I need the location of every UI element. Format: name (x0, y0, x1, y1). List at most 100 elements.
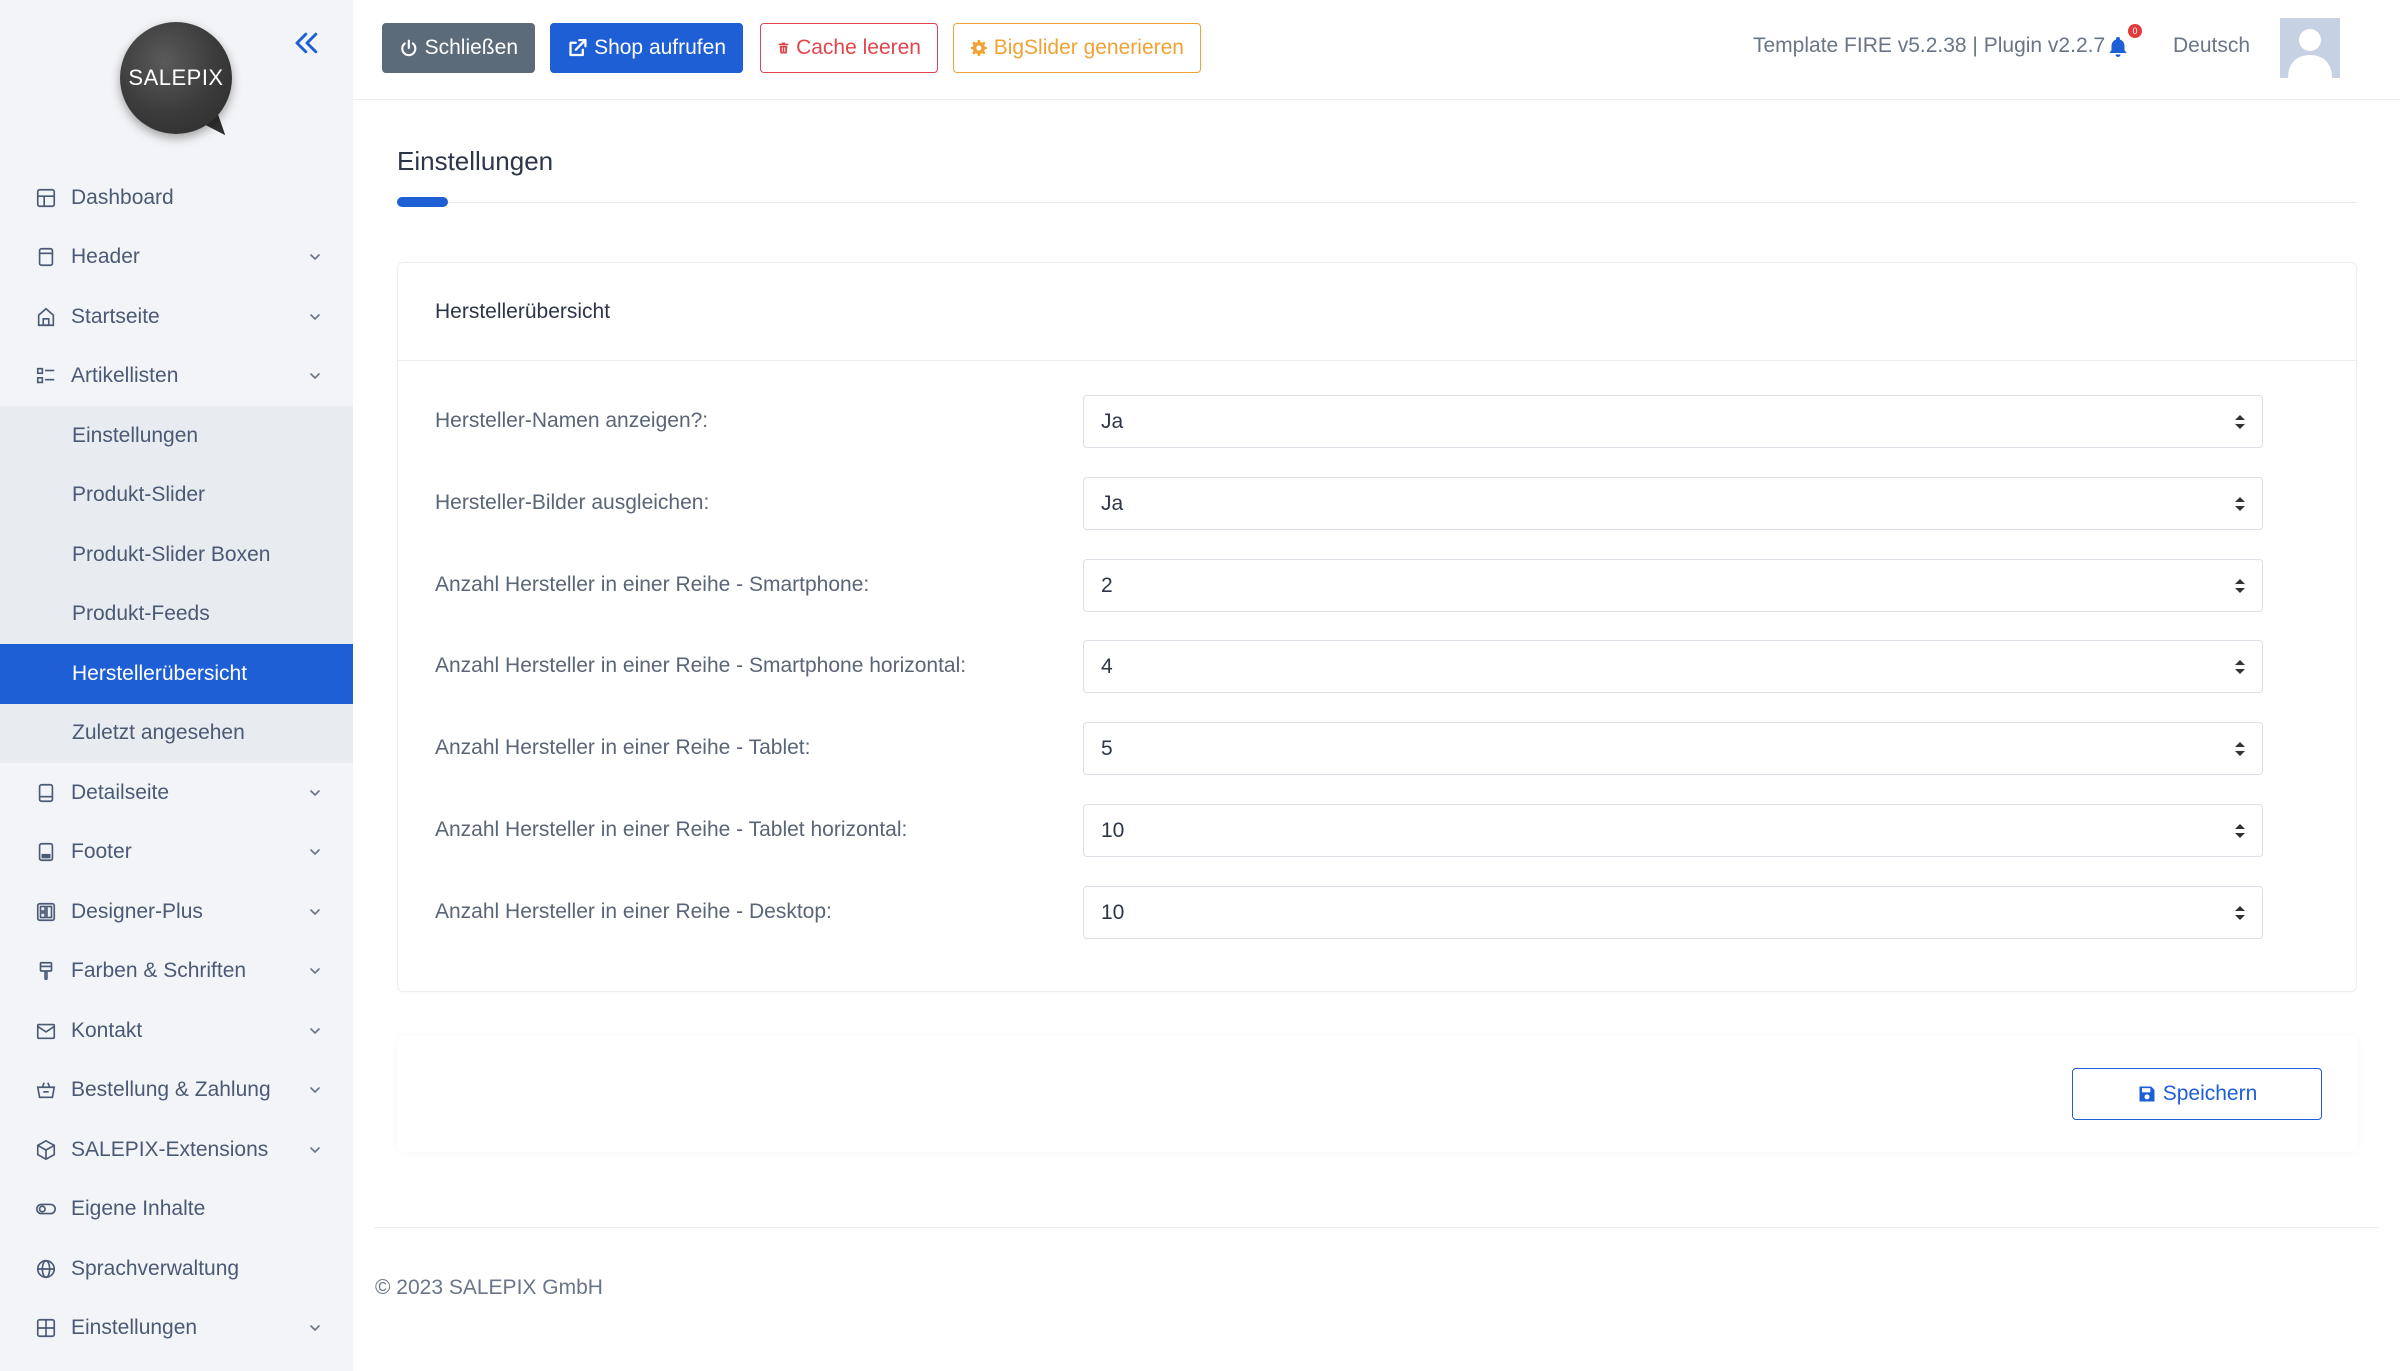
dashboard-icon (35, 187, 57, 209)
sidebar-item-label: Sprachverwaltung (71, 1256, 240, 1280)
page-title: Einstellungen (397, 146, 554, 176)
globe-icon (35, 1258, 57, 1280)
save-button[interactable]: Speichern (2072, 1068, 2322, 1120)
submenu-item-produkt-slider-boxen[interactable]: Produkt-Slider Boxen (0, 525, 353, 585)
submenu-item-produkt-feeds[interactable]: Produkt-Feeds (0, 585, 353, 645)
generate-bigslider-button[interactable]: BigSlider generieren (953, 23, 1201, 73)
submenu-item-produkt-slider[interactable]: Produkt-Slider (0, 466, 353, 526)
sidebar-nav: Dashboard Header Startseite Artikelliste… (0, 168, 353, 1358)
field-label: Anzahl Hersteller in einer Reihe - Smart… (435, 654, 967, 677)
avatar[interactable] (2280, 18, 2340, 78)
chevron-down-icon (310, 1146, 320, 1153)
smartphone-horizontal-per-row-select[interactable]: 4 (1083, 640, 2263, 693)
select-arrows-icon (2235, 660, 2245, 674)
shop-button-label: Shop aufrufen (594, 36, 726, 59)
language-selector[interactable]: Deutsch (2173, 34, 2250, 58)
title-divider (397, 202, 2357, 203)
select-arrows-icon (2235, 579, 2245, 593)
sidebar-item-salepix-extensions[interactable]: SALEPIX-Extensions (0, 1120, 353, 1180)
card-title: Herstellerübersicht (398, 263, 2356, 361)
sidebar-item-label: SALEPIX-Extensions (71, 1137, 269, 1161)
footer-copyright: © 2023 SALEPIX GmbH (375, 1276, 603, 1299)
chevron-down-icon (310, 254, 320, 261)
sidebar-item-label: Einstellungen (71, 1316, 198, 1340)
sidebar-item-bestellung-zahlung[interactable]: Bestellung & Zahlung (0, 1061, 353, 1121)
mail-icon (35, 1020, 57, 1042)
sidebar-item-label: Footer (71, 840, 132, 864)
settings-card: Herstellerübersicht Hersteller-Namen anz… (397, 262, 2357, 992)
designer-icon (35, 901, 57, 923)
desktop-per-row-select[interactable]: 10 (1083, 886, 2263, 939)
floppy-disk-icon (2139, 1086, 2155, 1102)
notifications-button[interactable] (2106, 34, 2132, 62)
sidebar-item-label: Kontakt (71, 1018, 143, 1042)
sidebar-item-label: Detailseite (71, 780, 170, 804)
chevron-down-icon (310, 1027, 320, 1034)
sidebar-item-eigene-inhalte[interactable]: Eigene Inhalte (0, 1180, 353, 1240)
sidebar-item-label: Designer-Plus (71, 899, 203, 923)
chevron-down-icon (310, 373, 320, 380)
form-row-smartphone: Anzahl Hersteller in einer Reihe - Smart… (398, 559, 2358, 615)
artikellisten-submenu: Einstellungen Produkt-Slider Produkt-Sli… (0, 406, 353, 763)
form-row-tablet-horizontal: Anzahl Hersteller in einer Reihe - Table… (398, 804, 2358, 860)
footer-icon (35, 841, 57, 863)
submenu-item-zuletzt-angesehen[interactable]: Zuletzt angesehen (0, 704, 353, 764)
sidebar-item-dashboard[interactable]: Dashboard (0, 168, 353, 228)
submenu-item-einstellungen[interactable]: Einstellungen (0, 406, 353, 466)
sidebar-item-startseite[interactable]: Startseite (0, 287, 353, 347)
user-icon (2288, 29, 2332, 78)
sidebar-item-header[interactable]: Header (0, 228, 353, 288)
smartphone-per-row-select[interactable]: 2 (1083, 559, 2263, 612)
sidebar-item-kontakt[interactable]: Kontakt (0, 1001, 353, 1061)
select-arrows-icon (2235, 906, 2245, 920)
field-label: Anzahl Hersteller in einer Reihe - Deskt… (435, 900, 832, 923)
tablet-horizontal-per-row-select[interactable]: 10 (1083, 804, 2263, 857)
sidebar: SALEPIX Dashboard Header Startseite Arti… (0, 0, 353, 1371)
basket-icon (35, 1079, 57, 1101)
chevron-down-icon (310, 1325, 320, 1332)
submenu-item-herstelleruebersicht[interactable]: Herstellerübersicht (0, 644, 353, 704)
select-value: 5 (1101, 737, 1113, 760)
sidebar-item-einstellungen[interactable]: Einstellungen (0, 1299, 353, 1359)
equalize-manufacturer-images-select[interactable]: Ja (1083, 477, 2263, 530)
close-button-label: Schließen (424, 36, 518, 59)
action-card: Speichern (397, 1036, 2357, 1152)
form-row-show-names: Hersteller-Namen anzeigen?: Ja (398, 395, 2358, 451)
sidebar-item-label: Farben & Schriften (71, 959, 247, 983)
form-row-equalize-images: Hersteller-Bilder ausgleichen: Ja (398, 477, 2358, 533)
sidebar-item-farben-schriften[interactable]: Farben & Schriften (0, 942, 353, 1002)
shop-button[interactable]: Shop aufrufen (550, 23, 743, 73)
close-button[interactable]: Schließen (382, 23, 535, 73)
chevron-down-icon (310, 1087, 320, 1094)
external-link-icon (569, 38, 587, 57)
tablet-per-row-select[interactable]: 5 (1083, 722, 2263, 775)
detail-page-icon (35, 782, 57, 804)
salepix-logo[interactable]: SALEPIX (120, 22, 236, 144)
select-value: 10 (1101, 819, 1125, 842)
sidebar-item-sprachverwaltung[interactable]: Sprachverwaltung (0, 1239, 353, 1299)
clear-cache-button[interactable]: Cache leeren (760, 23, 938, 73)
chevron-down-icon (310, 849, 320, 856)
field-label: Hersteller-Bilder ausgleichen: (435, 491, 710, 514)
field-label: Anzahl Hersteller in einer Reihe - Table… (435, 818, 908, 841)
sidebar-item-label: Bestellung & Zahlung (71, 1078, 271, 1102)
select-value: 4 (1101, 655, 1113, 678)
sidebar-item-footer[interactable]: Footer (0, 823, 353, 883)
sidebar-item-label: Startseite (71, 304, 160, 328)
trash-icon (778, 42, 789, 54)
field-label: Anzahl Hersteller in einer Reihe - Smart… (435, 573, 870, 596)
topbar: Schließen Shop aufrufen Cache leeren Big… (353, 0, 2400, 100)
select-value: 2 (1101, 574, 1113, 597)
sidebar-item-artikellisten[interactable]: Artikellisten (0, 347, 353, 407)
sidebar-collapse-button[interactable] (290, 26, 324, 60)
select-arrows-icon (2235, 824, 2245, 838)
sidebar-item-designer-plus[interactable]: Designer-Plus (0, 882, 353, 942)
show-manufacturer-names-select[interactable]: Ja (1083, 395, 2263, 448)
version-info: Template FIRE v5.2.38 | Plugin v2.2.7 (1753, 34, 2106, 57)
select-arrows-icon (2235, 415, 2245, 429)
generate-bigslider-button-label: BigSlider generieren (993, 36, 1184, 59)
sidebar-item-detailseite[interactable]: Detailseite (0, 763, 353, 823)
box-icon (35, 1139, 57, 1161)
field-label: Hersteller-Namen anzeigen?: (435, 409, 709, 432)
logo-text: SALEPIX (128, 65, 224, 90)
